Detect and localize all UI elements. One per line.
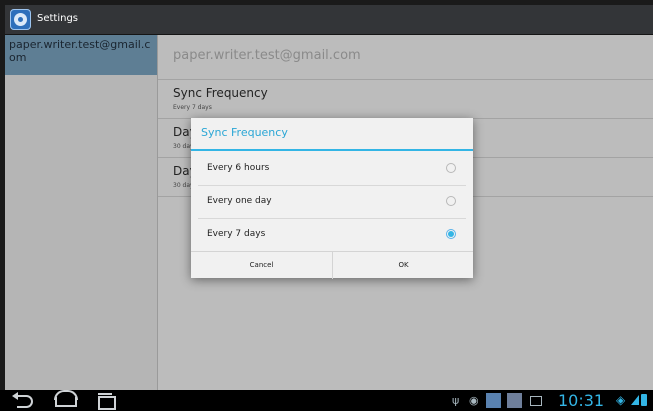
dialog-title: Sync Frequency	[201, 126, 288, 139]
app-notification-icon[interactable]	[486, 393, 501, 408]
radio-unselected-icon[interactable]	[446, 163, 456, 173]
sidebar-item-account[interactable]: paper.writer.test@gmail.com	[5, 35, 157, 75]
dialog-title-divider	[191, 149, 473, 151]
account-heading: paper.writer.test@gmail.com	[173, 48, 361, 63]
battery-icon	[641, 394, 647, 406]
recent-apps-icon[interactable]	[98, 393, 116, 410]
pref-sync-frequency[interactable]: Sync Frequency Every 7 days	[158, 79, 653, 118]
status-clock[interactable]: 10:31	[558, 391, 604, 410]
option-every-one-day[interactable]: Every one day	[198, 185, 466, 219]
option-label: Every 6 hours	[207, 163, 270, 173]
app-notification-icon-2[interactable]	[507, 393, 522, 408]
cancel-button[interactable]: Cancel	[191, 252, 332, 279]
wifi-icon: ◈	[616, 393, 626, 407]
option-every-7-days[interactable]: Every 7 days	[198, 218, 466, 251]
sync-frequency-dialog: Sync Frequency Every 6 hours Every one d…	[191, 118, 473, 279]
option-label: Every 7 days	[207, 229, 266, 239]
radio-unselected-icon[interactable]	[446, 196, 456, 206]
sidebar-item-label: paper.writer.test@gmail.com	[9, 38, 151, 64]
settings-app-icon[interactable]	[10, 9, 31, 30]
ok-button[interactable]: OK	[332, 252, 474, 279]
back-icon[interactable]	[12, 392, 33, 408]
sync-icon: ◉	[469, 394, 479, 407]
screenshot-icon	[530, 396, 542, 406]
usb-icon: ψ	[452, 394, 460, 407]
radio-selected-icon[interactable]	[446, 229, 456, 239]
pref-title: Sync Frequency	[173, 86, 268, 100]
signal-icon	[631, 395, 639, 405]
page-title: Settings	[37, 13, 79, 24]
pref-summary: Every 7 days	[173, 104, 212, 111]
action-bar: Settings	[5, 5, 653, 35]
system-navigation-bar: ψ ◉ 10:31 ◈	[0, 390, 653, 411]
dialog-button-bar: Cancel OK	[191, 251, 473, 279]
account-sidebar: paper.writer.test@gmail.com	[5, 35, 158, 390]
option-label: Every one day	[207, 196, 272, 206]
home-icon[interactable]	[54, 390, 78, 407]
option-every-6-hours[interactable]: Every 6 hours	[198, 152, 466, 186]
